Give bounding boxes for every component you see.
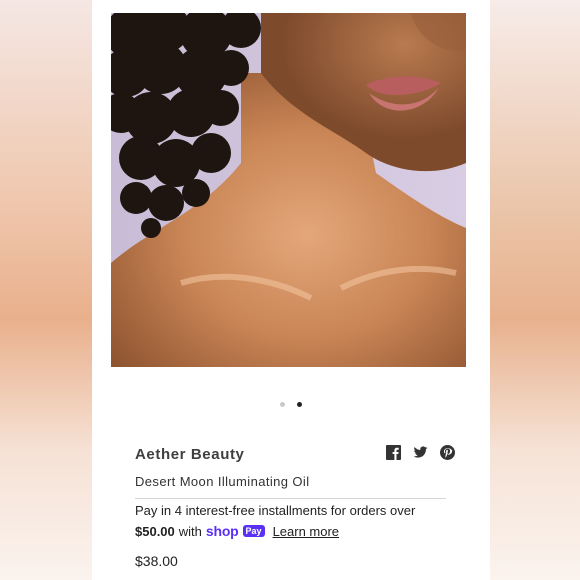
brand-name[interactable]: Aether Beauty	[135, 446, 245, 463]
blurred-backdrop-left	[0, 0, 92, 580]
carousel-pagination	[92, 400, 490, 410]
facebook-icon[interactable]	[386, 445, 401, 460]
product-title: Desert Moon Illuminating Oil	[135, 474, 310, 489]
divider	[135, 498, 446, 499]
learn-more-link[interactable]: Learn more	[273, 524, 339, 539]
installments-with: with	[178, 523, 202, 539]
shop-pay-logo: shop	[205, 523, 239, 539]
shop-pay-badge: Pay	[242, 525, 265, 537]
installments-threshold: $50.00	[135, 523, 175, 539]
social-share	[386, 445, 455, 460]
product-image[interactable]	[111, 13, 466, 367]
blurred-backdrop-right	[488, 0, 580, 580]
installments-text: Pay in 4 interest-free installments for …	[135, 503, 416, 518]
installments-line-2: $50.00 with shop Pay Learn more	[135, 523, 339, 539]
carousel-dot-1[interactable]	[280, 402, 285, 407]
product-price: $38.00	[135, 553, 178, 569]
pinterest-icon[interactable]	[440, 445, 455, 460]
product-card: Aether Beauty Desert Moon Illuminating O…	[92, 0, 490, 580]
carousel-dot-2[interactable]	[297, 402, 302, 407]
twitter-icon[interactable]	[413, 445, 428, 460]
